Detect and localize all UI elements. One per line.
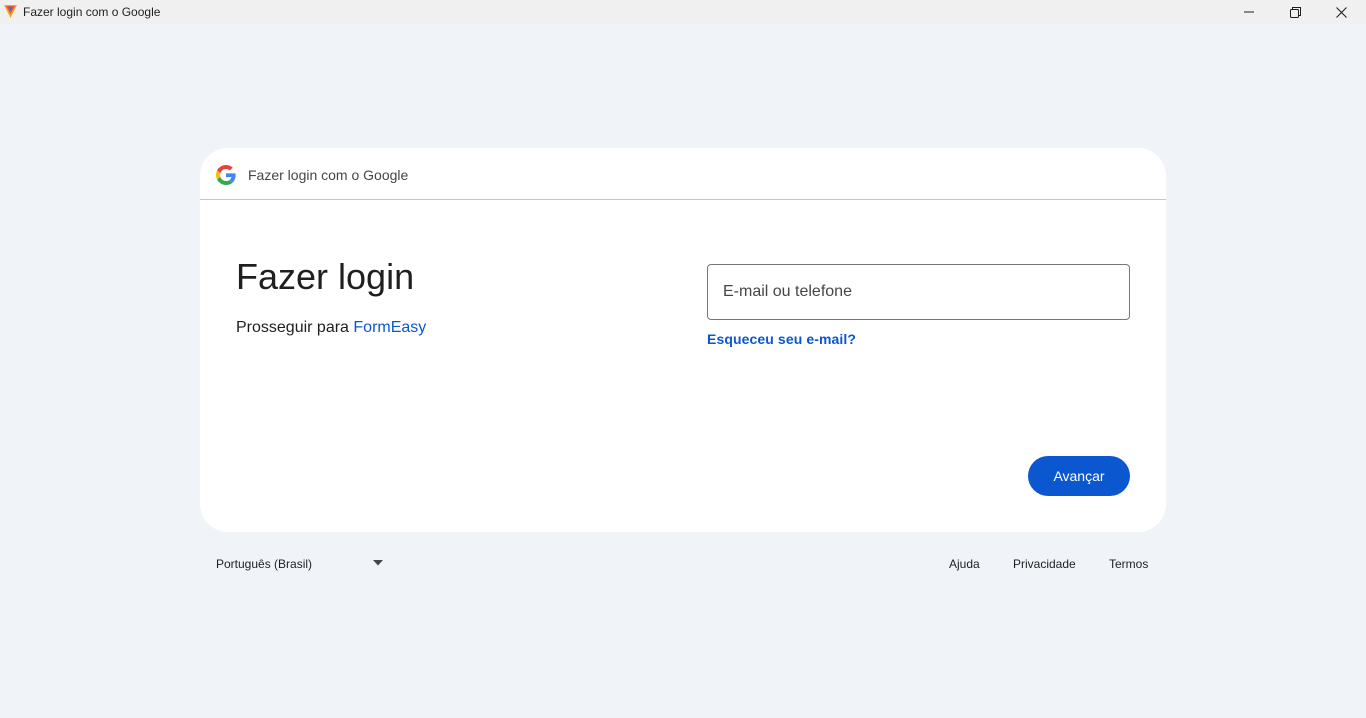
google-g-logo xyxy=(216,165,236,185)
email-input[interactable] xyxy=(708,265,1129,319)
terms-link[interactable]: Termos xyxy=(1109,557,1148,571)
window-title: Fazer login com o Google xyxy=(23,5,161,19)
close-icon xyxy=(1335,6,1347,18)
caret-down-icon[interactable] xyxy=(373,560,383,566)
minimize-button[interactable] xyxy=(1226,0,1272,24)
continue-to-text: Prosseguir para FormEasy xyxy=(236,319,426,337)
card-header-title: Fazer login com o Google xyxy=(248,167,409,183)
next-button[interactable]: Avançar xyxy=(1028,456,1130,496)
help-link[interactable]: Ajuda xyxy=(949,557,980,571)
page-title: Fazer login xyxy=(236,256,415,297)
continue-to-prefix: Prosseguir para xyxy=(236,319,349,336)
card-header: Fazer login com o Google xyxy=(200,148,1166,200)
language-selector[interactable]: Português (Brasil) xyxy=(216,557,312,571)
formeasy-app-icon xyxy=(4,5,17,18)
app-name-link[interactable]: FormEasy xyxy=(353,319,426,336)
forgot-email-link[interactable]: Esqueceu seu e-mail? xyxy=(707,331,856,347)
close-button[interactable] xyxy=(1318,0,1364,24)
signin-card: Fazer login com o Google Fazer login Pro… xyxy=(200,148,1166,532)
email-field[interactable] xyxy=(707,264,1130,320)
restore-icon xyxy=(1289,6,1301,18)
privacy-link[interactable]: Privacidade xyxy=(1013,557,1076,571)
window-titlebar: Fazer login com o Google xyxy=(0,0,1366,24)
maximize-button[interactable] xyxy=(1272,0,1318,24)
minimize-icon xyxy=(1244,11,1254,13)
